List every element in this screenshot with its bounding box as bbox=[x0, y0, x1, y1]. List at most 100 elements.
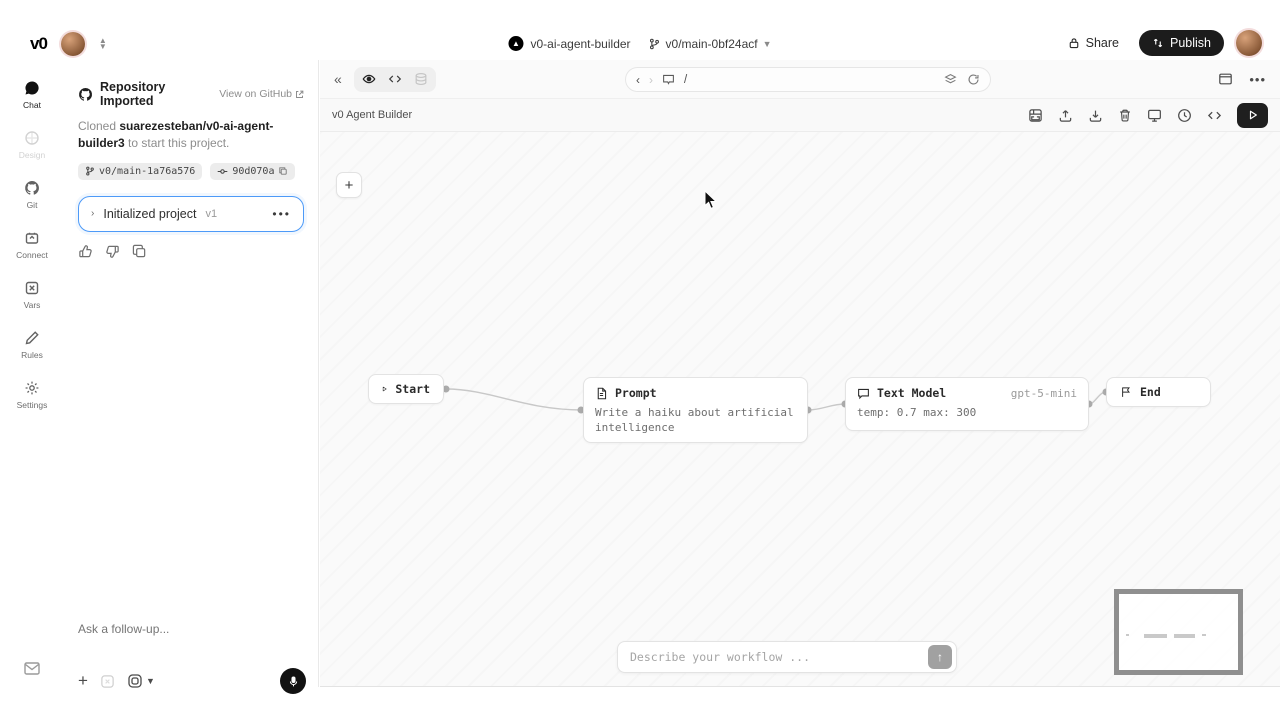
branch-selector[interactable]: v0/main-0bf24acf ▼ bbox=[649, 37, 772, 51]
collapse-panel-icon[interactable]: « bbox=[334, 71, 342, 87]
sidebar-item-settings[interactable]: Settings bbox=[4, 374, 60, 416]
workflow-prompt-bar: ↑ bbox=[617, 641, 957, 673]
data-view-icon[interactable] bbox=[409, 69, 433, 90]
sidebar-label: Design bbox=[19, 150, 45, 160]
commit-badge-label: 90d070a bbox=[232, 166, 274, 177]
url-path: / bbox=[684, 74, 935, 86]
topbar-left: v0 ▲▼ bbox=[30, 32, 107, 56]
publish-icon bbox=[1152, 37, 1164, 49]
add-node-button[interactable]: + bbox=[336, 172, 362, 198]
sidebar-item-connect[interactable]: Connect bbox=[4, 224, 60, 266]
agent-icon bbox=[127, 673, 143, 689]
agent-selector[interactable]: ▼ bbox=[127, 673, 155, 689]
sidebar-item-design[interactable]: Design bbox=[4, 124, 60, 166]
node-end[interactable]: End bbox=[1106, 377, 1211, 407]
commit-badge[interactable]: 90d070a bbox=[210, 163, 295, 180]
workflow-prompt-input[interactable] bbox=[630, 650, 928, 664]
more-options-button[interactable]: ••• bbox=[1249, 72, 1266, 87]
repo-card-body: Cloned suarezesteban/v0-ai-agent-builder… bbox=[78, 118, 304, 153]
chevron-down-icon: ▼ bbox=[763, 39, 772, 49]
avatar[interactable] bbox=[61, 32, 85, 56]
refresh-icon[interactable] bbox=[967, 73, 980, 86]
project-chip[interactable]: ▲ v0-ai-agent-builder bbox=[508, 36, 630, 51]
feedback-mail-icon[interactable] bbox=[24, 662, 40, 680]
layers-icon[interactable] bbox=[944, 73, 957, 86]
node-start[interactable]: Start bbox=[368, 374, 444, 404]
console-bubble-icon[interactable] bbox=[662, 73, 675, 86]
run-workflow-button[interactable] bbox=[1237, 103, 1268, 128]
copy-icon[interactable] bbox=[278, 166, 288, 176]
code-icon[interactable] bbox=[1207, 108, 1222, 123]
branch-badge[interactable]: v0/main-1a76a576 bbox=[78, 163, 202, 180]
browser-frame-icon[interactable] bbox=[1218, 72, 1233, 86]
chat-panel: Repository Imported View on GitHub Clone… bbox=[64, 64, 318, 720]
nav-back-icon[interactable]: ‹ bbox=[636, 73, 640, 87]
code-view-icon[interactable] bbox=[383, 69, 407, 90]
mouse-cursor bbox=[704, 190, 718, 210]
github-icon bbox=[78, 87, 93, 102]
node-body: Write a haiku about artificial intellige… bbox=[584, 404, 807, 445]
design-icon bbox=[24, 130, 40, 146]
minimap[interactable] bbox=[1114, 589, 1243, 675]
chevron-down-icon: ▼ bbox=[146, 676, 155, 686]
design-mode-icon[interactable] bbox=[100, 674, 115, 689]
history-clock-icon[interactable] bbox=[1177, 108, 1192, 123]
share-button[interactable]: Share bbox=[1060, 31, 1127, 55]
node-title: Start bbox=[395, 382, 430, 396]
upload-icon[interactable] bbox=[1058, 108, 1073, 123]
thumbs-up-icon[interactable] bbox=[78, 244, 93, 259]
download-icon[interactable] bbox=[1088, 108, 1103, 123]
external-link-icon bbox=[295, 90, 304, 99]
trash-icon[interactable] bbox=[1118, 108, 1132, 123]
chat-input[interactable] bbox=[78, 622, 306, 636]
node-prompt[interactable]: Prompt Write a haiku about artificial in… bbox=[583, 377, 808, 443]
model-badge: gpt-5-mini bbox=[1011, 387, 1077, 400]
feedback-row bbox=[78, 244, 304, 259]
publish-label: Publish bbox=[1170, 36, 1211, 50]
agent-builder-header: v0 Agent Builder bbox=[320, 98, 1280, 132]
branch-name: v0/main-0bf24acf bbox=[666, 37, 758, 51]
v0-logo: v0 bbox=[30, 34, 47, 54]
sidebar-item-rules[interactable]: Rules bbox=[4, 324, 60, 366]
sidebar-rail: Chat Design Git Connect Vars Rules Setti… bbox=[0, 64, 64, 720]
connect-icon bbox=[24, 230, 40, 246]
git-branch-icon bbox=[649, 38, 661, 50]
topbar-center: ▲ v0-ai-agent-builder v0/main-0bf24acf ▼ bbox=[508, 36, 771, 51]
chat-input-area: + ▼ bbox=[78, 620, 306, 694]
monitor-icon[interactable] bbox=[1147, 108, 1162, 123]
sidebar-label: Chat bbox=[23, 100, 41, 110]
chevron-right-icon[interactable]: › bbox=[91, 208, 94, 219]
sidebar-item-git[interactable]: Git bbox=[4, 174, 60, 216]
save-icon[interactable] bbox=[1028, 108, 1043, 123]
sidebar-item-vars[interactable]: Vars bbox=[4, 274, 60, 316]
attach-button[interactable]: + bbox=[78, 671, 88, 691]
version-card[interactable]: › Initialized project v1 ••• bbox=[78, 196, 304, 232]
panel-divider bbox=[318, 60, 319, 687]
url-bar[interactable]: ‹ › / bbox=[625, 67, 991, 92]
github-icon bbox=[24, 180, 40, 196]
publish-button[interactable]: Publish bbox=[1139, 30, 1224, 56]
preview-toolbar: « ‹ › / ••• bbox=[320, 60, 1280, 98]
preview-eye-icon[interactable] bbox=[357, 69, 381, 90]
thumbs-down-icon[interactable] bbox=[105, 244, 120, 259]
account-switcher-icon[interactable]: ▲▼ bbox=[99, 38, 107, 50]
version-menu-button[interactable]: ••• bbox=[272, 207, 291, 221]
chat-bubble-icon bbox=[857, 387, 870, 400]
play-icon bbox=[1248, 110, 1258, 120]
project-name: v0-ai-agent-builder bbox=[530, 37, 630, 51]
node-title: End bbox=[1140, 385, 1161, 399]
node-title: Text Model bbox=[877, 386, 946, 400]
node-title: Prompt bbox=[615, 386, 657, 400]
sidebar-label: Connect bbox=[16, 250, 48, 260]
nav-forward-icon[interactable]: › bbox=[649, 73, 653, 87]
node-text-model[interactable]: Text Model gpt-5-mini temp: 0.7 max: 300 bbox=[845, 377, 1089, 431]
mic-button[interactable] bbox=[280, 668, 306, 694]
sidebar-label: Git bbox=[27, 200, 38, 210]
sidebar-label: Vars bbox=[24, 300, 41, 310]
copy-icon[interactable] bbox=[132, 244, 147, 259]
sidebar-item-chat[interactable]: Chat bbox=[4, 74, 60, 116]
send-button[interactable]: ↑ bbox=[928, 645, 952, 669]
view-on-github-link[interactable]: View on GitHub bbox=[219, 88, 304, 100]
avatar[interactable] bbox=[1236, 30, 1262, 56]
workflow-canvas[interactable]: + Start Prompt Write a haiku about artif… bbox=[320, 132, 1280, 686]
